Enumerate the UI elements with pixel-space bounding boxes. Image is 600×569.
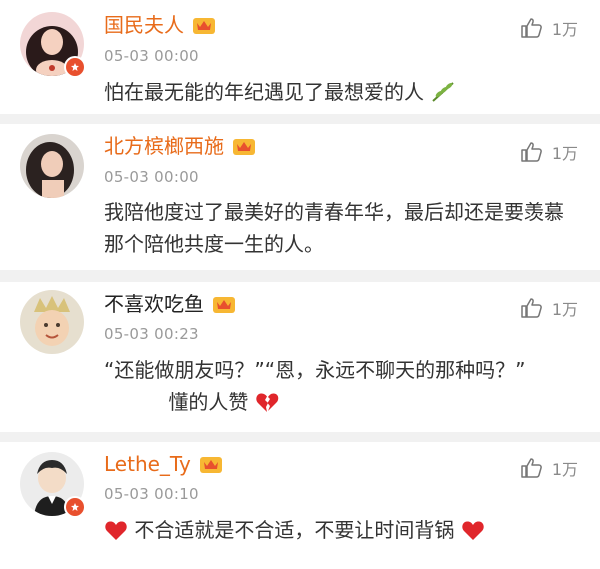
avatar[interactable] [20, 290, 84, 354]
like-count: 1万 [551, 144, 578, 163]
verified-badge-icon [64, 56, 86, 78]
red-heart-icon [461, 518, 485, 550]
comment-time: 05-03 00:00 [104, 47, 199, 65]
comment-text: 我陪他度过了最美好的青春年华，最后却还是要羡慕那个陪他共度一生的人。 [104, 200, 564, 256]
comment-text: 怕在最无能的年纪遇见了最想爱的人 [104, 80, 424, 104]
username[interactable]: 不喜欢吃鱼 [104, 292, 204, 316]
vip-crown-icon [199, 454, 223, 474]
divider [0, 270, 600, 282]
like-count: 1万 [551, 300, 578, 319]
olive-branch-icon [430, 80, 456, 112]
like-count: 1万 [551, 20, 578, 39]
vip-crown-icon [232, 136, 256, 156]
verified-badge-icon [64, 496, 86, 518]
comment-item: 不喜欢吃鱼 05-03 00:23 “还能做朋友吗？”“恩，永远不聊天的那种吗？… [0, 282, 600, 432]
divider [0, 432, 600, 442]
comment-time: 05-03 00:10 [104, 485, 199, 503]
vip-crown-icon [192, 15, 216, 35]
username[interactable]: 北方槟榔西施 [104, 134, 224, 158]
thumbs-up-icon [520, 140, 544, 164]
comment-item: 国民夫人 05-03 00:00 怕在最无能的年纪遇见了最想爱的人 1万 [0, 0, 600, 114]
comment-text: “还能做朋友吗？”“恩，永远不聊天的那种吗？” [104, 358, 526, 382]
thumbs-up-icon [520, 296, 544, 320]
comment-text: 不合适就是不合适，不要让时间背锅 [134, 518, 455, 542]
vip-crown-icon [212, 294, 236, 314]
comment-text-suffix: 懂的人赞 [168, 390, 249, 414]
username[interactable]: Lethe_Ty [104, 452, 191, 476]
comment-time: 05-03 00:23 [104, 325, 199, 343]
comment-item: 北方槟榔西施 05-03 00:00 我陪他度过了最美好的青春年华，最后却还是要… [0, 124, 600, 270]
like-count: 1万 [551, 460, 578, 479]
like-button[interactable]: 1万 [520, 296, 578, 320]
like-button[interactable]: 1万 [520, 140, 578, 164]
broken-heart-icon [255, 390, 279, 422]
thumbs-up-icon [520, 456, 544, 480]
comment-time: 05-03 00:00 [104, 168, 199, 186]
like-button[interactable]: 1万 [520, 16, 578, 40]
thumbs-up-icon [520, 16, 544, 40]
like-button[interactable]: 1万 [520, 456, 578, 480]
divider [0, 114, 600, 124]
avatar[interactable] [20, 134, 84, 198]
comment-item: Lethe_Ty 05-03 00:10 不合适就是不合适，不要让时间背锅 1万 [0, 442, 600, 569]
red-heart-icon [104, 518, 128, 550]
username[interactable]: 国民夫人 [104, 13, 184, 37]
